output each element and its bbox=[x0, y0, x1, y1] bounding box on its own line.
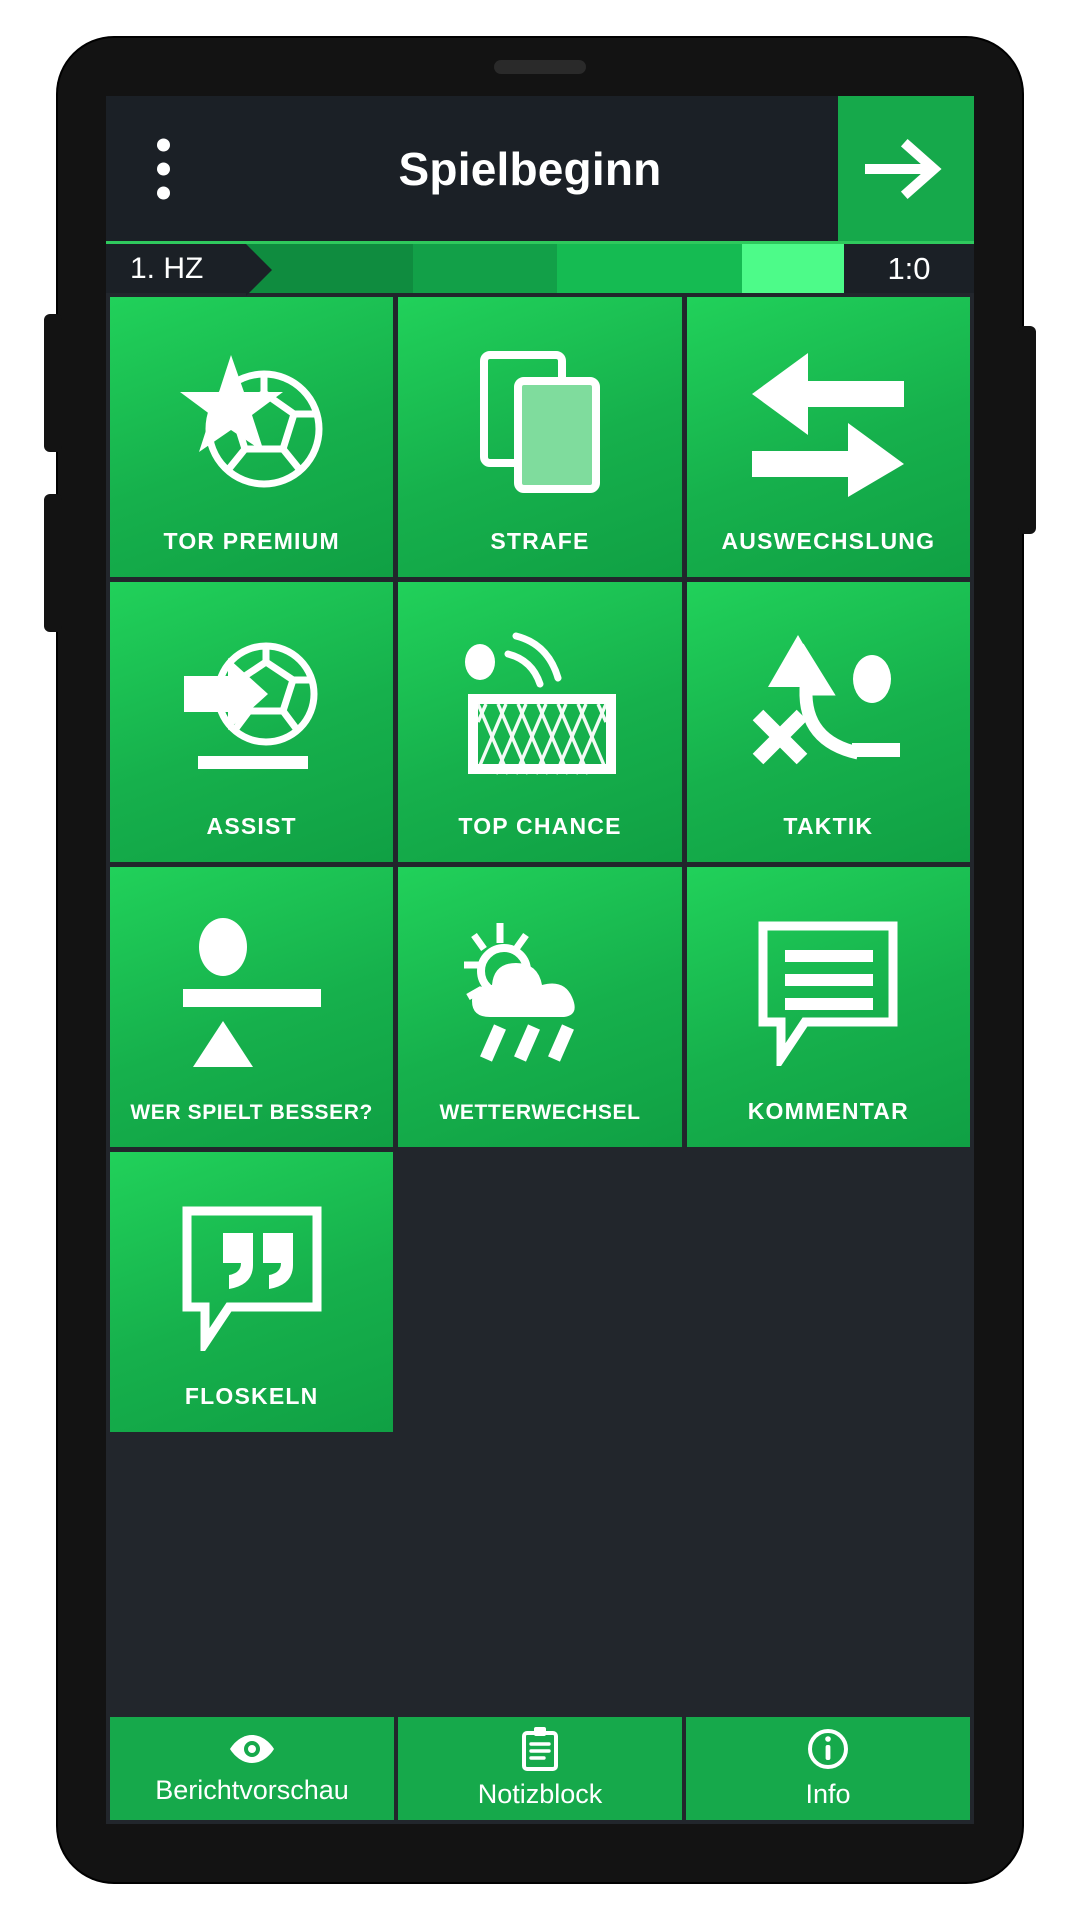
grid-empty-slot bbox=[398, 1152, 681, 1432]
tile-wetterwechsel[interactable]: WETTERWECHSEL bbox=[398, 867, 682, 1147]
tile-icon-wrap bbox=[687, 867, 970, 1098]
tile-taktik[interactable]: TAKTIK bbox=[686, 582, 970, 862]
tile-icon-wrap bbox=[398, 582, 681, 813]
tile-icon-wrap bbox=[110, 867, 393, 1101]
tile-icon-wrap bbox=[398, 297, 681, 528]
tile-label: FLOSKELN bbox=[184, 1383, 319, 1409]
tile-kommentar[interactable]: KOMMENTAR bbox=[686, 867, 970, 1147]
clipboard-icon bbox=[522, 1727, 558, 1771]
tile-label: KOMMENTAR bbox=[747, 1098, 909, 1124]
grid-empty-slot bbox=[687, 1152, 970, 1432]
eye-icon bbox=[230, 1735, 274, 1763]
period-label: 1. HZ bbox=[106, 244, 272, 296]
earpiece-speaker bbox=[494, 60, 586, 74]
cards-icon bbox=[479, 350, 600, 493]
nav-label: Notizblock bbox=[477, 1779, 603, 1809]
tile-label: ASSIST bbox=[206, 813, 297, 839]
assist-ball-arrow-icon bbox=[183, 642, 318, 769]
tile-label: WER SPIELT BESSER? bbox=[130, 1101, 373, 1124]
nav-item-notizblock[interactable]: Notizblock bbox=[398, 1717, 682, 1820]
nav-label: Berichtvorschau bbox=[155, 1775, 349, 1805]
kebab-dot bbox=[156, 186, 170, 199]
volume-up-button[interactable] bbox=[44, 314, 62, 452]
progress-segment bbox=[556, 244, 743, 293]
arrow-right-icon bbox=[865, 138, 942, 199]
score-display: 1:0 bbox=[844, 244, 974, 293]
tile-icon-wrap bbox=[398, 867, 681, 1101]
nav-item-info[interactable]: Info bbox=[686, 1717, 970, 1820]
speech-bubble-lines-icon bbox=[758, 921, 898, 1066]
tile-label: STRAFE bbox=[490, 528, 590, 554]
tile-icon-wrap bbox=[687, 582, 970, 813]
period-progress-bar[interactable]: 1. HZ 1:0 bbox=[106, 241, 974, 296]
substitution-arrows-icon bbox=[752, 352, 905, 497]
balance-scale-icon bbox=[182, 918, 321, 1067]
nav-label: Info bbox=[805, 1779, 851, 1809]
tile-tor-premium[interactable]: TOR PREMIUM bbox=[110, 297, 394, 577]
phone-device-frame: Spielbeginn 1. HZ 1:0 TOR PREMIUM STRAFE… bbox=[44, 38, 1036, 1882]
tile-auswechslung[interactable]: AUSWECHSLUNG bbox=[686, 297, 970, 577]
ball-star-icon bbox=[179, 354, 323, 487]
speech-bubble-quote-icon bbox=[182, 1206, 322, 1351]
progress-segment-active bbox=[742, 244, 844, 293]
tactics-arrow-icon bbox=[753, 634, 901, 764]
next-button[interactable] bbox=[838, 96, 974, 241]
tile-floskeln[interactable]: FLOSKELN bbox=[110, 1152, 394, 1432]
goal-net-icon bbox=[464, 632, 616, 775]
volume-down-button[interactable] bbox=[44, 494, 62, 632]
action-grid-area: TOR PREMIUM STRAFE AUSWECHSLUNG ASSIST T… bbox=[106, 293, 974, 1714]
bottom-navigation: Berichtvorschau Notizblock Info bbox=[106, 1714, 974, 1824]
progress-segment bbox=[413, 244, 557, 293]
tile-icon-wrap bbox=[687, 297, 970, 528]
tile-label: TAKTIK bbox=[783, 813, 874, 839]
tile-label: WETTERWECHSEL bbox=[439, 1101, 641, 1124]
tile-label: TOR PREMIUM bbox=[163, 528, 340, 554]
tile-icon-wrap bbox=[110, 582, 393, 813]
phone-screen: Spielbeginn 1. HZ 1:0 TOR PREMIUM STRAFE… bbox=[106, 96, 974, 1824]
kebab-dot bbox=[156, 138, 170, 151]
app-bar: Spielbeginn bbox=[106, 96, 974, 241]
tile-top-chance[interactable]: TOP CHANCE bbox=[398, 582, 682, 862]
action-grid: TOR PREMIUM STRAFE AUSWECHSLUNG ASSIST T… bbox=[110, 297, 970, 1432]
tile-assist[interactable]: ASSIST bbox=[110, 582, 394, 862]
power-button[interactable] bbox=[1018, 326, 1036, 534]
tile-strafe[interactable]: STRAFE bbox=[398, 297, 682, 577]
tile-icon-wrap bbox=[110, 297, 393, 528]
screenshot-root: Spielbeginn 1. HZ 1:0 TOR PREMIUM STRAFE… bbox=[0, 0, 1080, 1920]
kebab-dot bbox=[156, 162, 170, 175]
tile-icon-wrap bbox=[110, 1152, 393, 1383]
tile-label: TOP CHANCE bbox=[458, 813, 622, 839]
tile-label: AUSWECHSLUNG bbox=[721, 528, 936, 554]
nav-item-berichtvorschau[interactable]: Berichtvorschau bbox=[110, 1717, 394, 1820]
kebab-menu-icon[interactable] bbox=[148, 138, 178, 199]
tile-wer-spielt-besser[interactable]: WER SPIELT BESSER? bbox=[110, 867, 394, 1147]
progress-segments bbox=[246, 244, 844, 293]
info-circle-icon bbox=[808, 1729, 848, 1769]
sun-cloud-rain-icon bbox=[463, 923, 575, 1062]
